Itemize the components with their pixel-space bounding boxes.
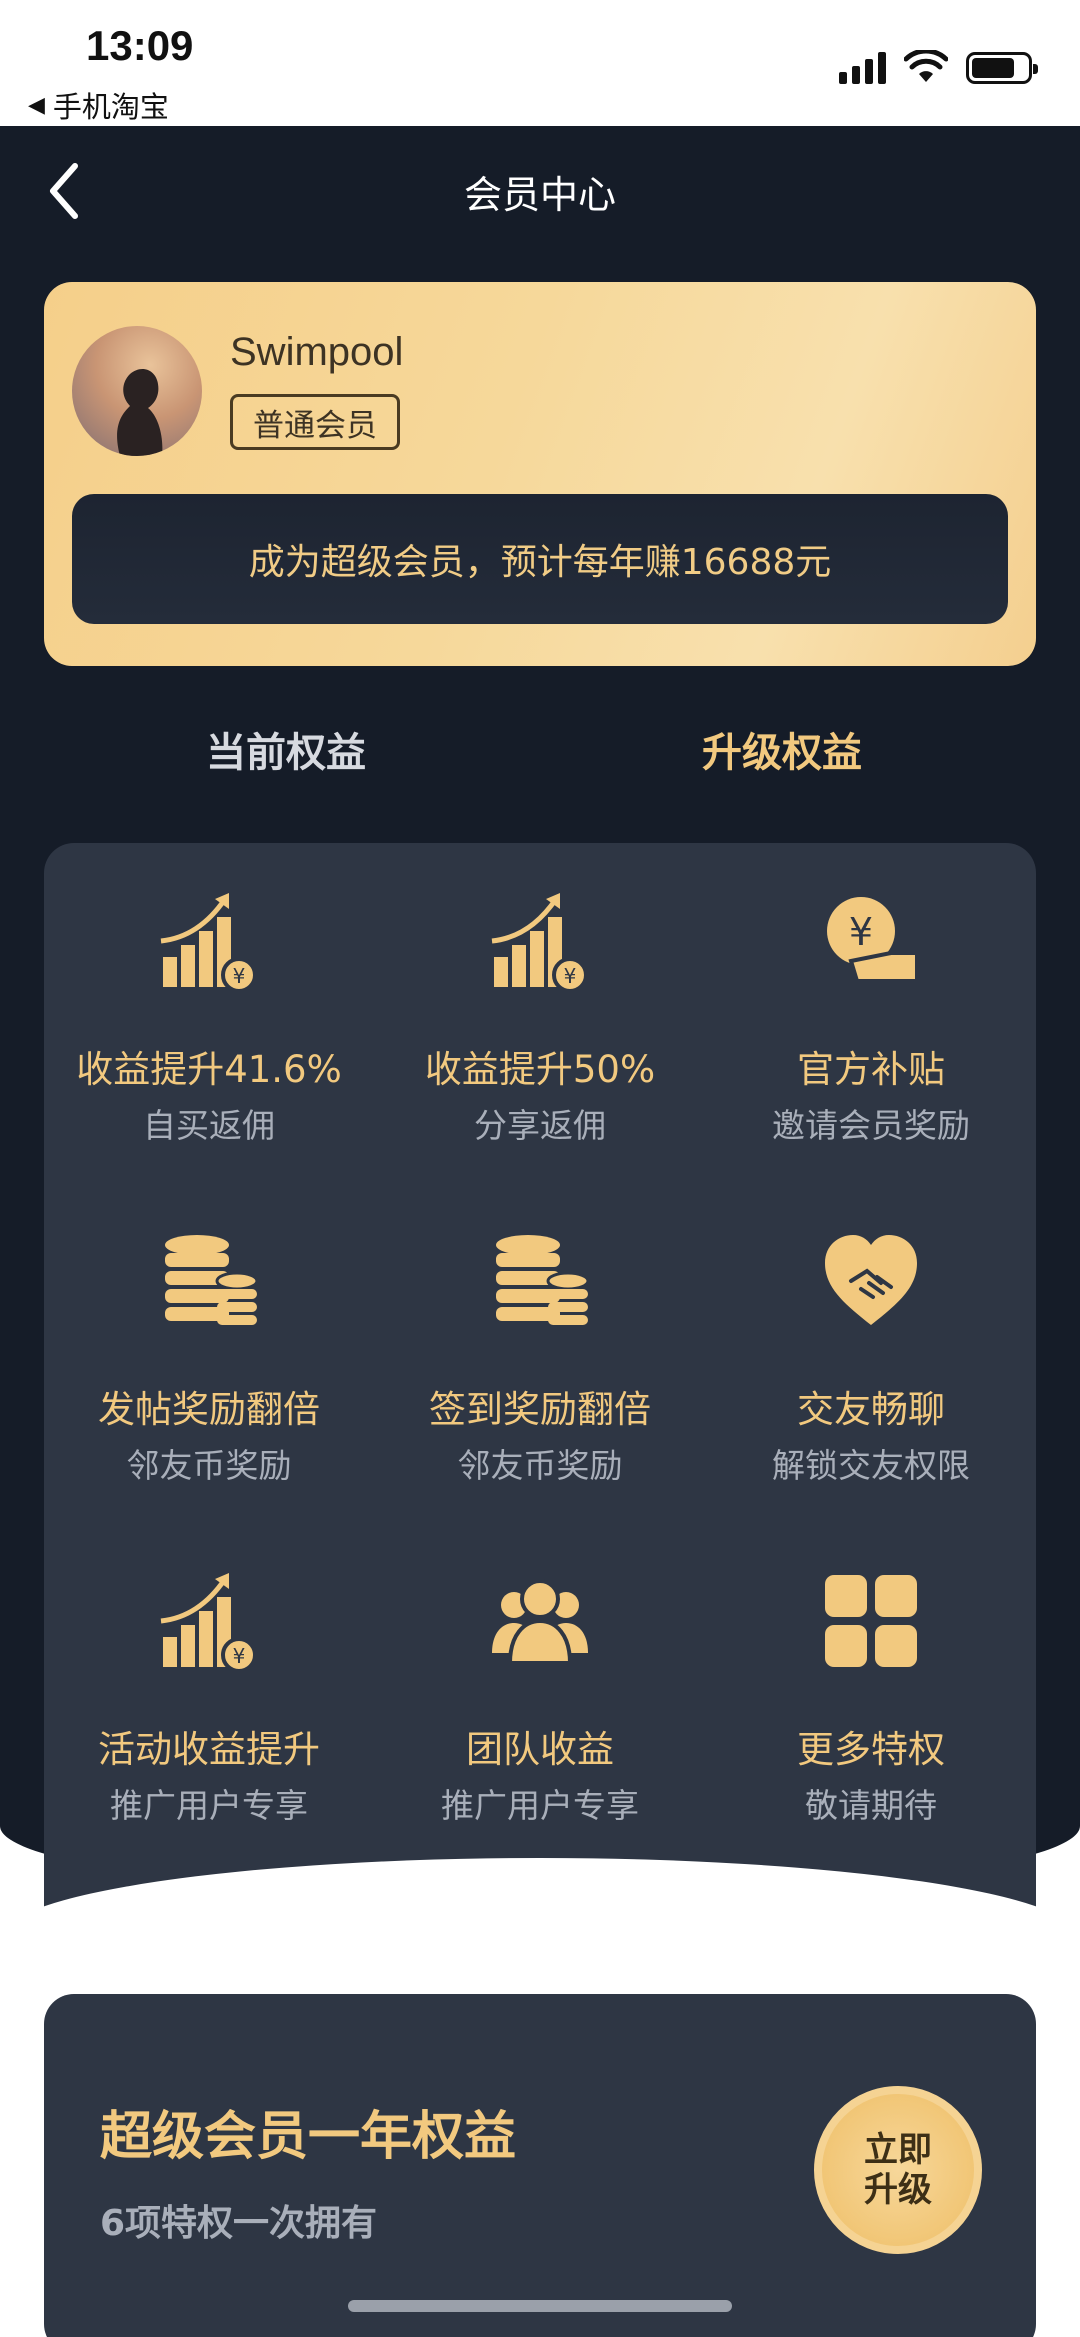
benefit-subtitle: 自买返佣 <box>143 1106 275 1145</box>
upgrade-button-line1: 立即 <box>864 2130 932 2170</box>
back-triangle-icon: ◀ <box>28 92 45 118</box>
benefit-subtitle: 邀请会员奖励 <box>772 1106 970 1145</box>
status-bar: 13:09 ◀ 手机淘宝 <box>0 0 1080 126</box>
page-title: 会员中心 <box>463 173 616 217</box>
benefit-item[interactable]: ¥ 收益提升41.6% 自买返佣 <box>44 843 374 1145</box>
upgrade-button-line2: 升级 <box>864 2170 932 2210</box>
benefit-subtitle: 邻友币奖励 <box>457 1446 623 1485</box>
benefit-title: 团队收益 <box>466 1728 614 1771</box>
member-level-badge: 普通会员 <box>230 394 400 450</box>
growth-chart-icon: ¥ <box>160 893 257 991</box>
coin-stack-icon <box>165 1235 259 1325</box>
battery-icon <box>966 52 1038 84</box>
benefit-item[interactable]: ¥ 活动收益提升 推广用户专享 <box>44 1523 374 1825</box>
benefit-title: 官方补贴 <box>797 1048 945 1091</box>
upgrade-card-subtitle: 6项特权一次拥有 <box>100 2203 378 2244</box>
benefits-panel: ¥ 收益提升41.6% 自买返佣 ¥ 收益提升50% 分享返佣 ¥ 官方补贴 邀… <box>44 843 1036 1913</box>
signal-icon <box>839 50 886 84</box>
benefit-item[interactable]: 签到奖励翻倍 邻友币奖励 <box>375 1183 705 1485</box>
upgrade-card-title: 超级会员一年权益 <box>100 2107 517 2167</box>
growth-chart-icon: ¥ <box>160 1573 257 1671</box>
team-icon <box>492 1579 588 1665</box>
status-time: 13:09 <box>86 22 194 69</box>
tab-upgrade-benefits[interactable]: 升级权益 <box>702 720 862 778</box>
benefit-subtitle: 解锁交友权限 <box>772 1446 970 1485</box>
benefit-tabs: 当前权益 升级权益 <box>0 720 1080 790</box>
wifi-icon <box>904 50 948 82</box>
profile-card: Swimpool 普通会员 成为超级会员，预计每年赚16688元 <box>44 282 1036 666</box>
svg-text:¥: ¥ <box>564 964 577 988</box>
benefit-item[interactable]: 更多特权 敬请期待 <box>706 1523 1036 1825</box>
growth-chart-icon: ¥ <box>491 893 588 991</box>
svg-text:¥: ¥ <box>849 910 873 954</box>
benefit-subtitle: 敬请期待 <box>805 1786 937 1825</box>
yuan-coin-hand-icon: ¥ <box>827 897 919 983</box>
coin-stack-icon <box>496 1235 590 1325</box>
back-to-app-link[interactable]: ◀ 手机淘宝 <box>28 84 169 126</box>
svg-text:¥: ¥ <box>233 964 246 988</box>
benefit-item[interactable]: 发帖奖励翻倍 邻友币奖励 <box>44 1183 374 1485</box>
svg-text:¥: ¥ <box>233 1644 246 1668</box>
benefit-title: 收益提升50% <box>424 1048 656 1091</box>
benefit-item[interactable]: 团队收益 推广用户专享 <box>375 1523 705 1825</box>
benefit-item[interactable]: ¥ 官方补贴 邀请会员奖励 <box>706 843 1036 1145</box>
home-indicator[interactable] <box>348 2300 732 2312</box>
benefit-title: 收益提升41.6% <box>76 1048 342 1091</box>
benefit-item[interactable]: 交友畅聊 解锁交友权限 <box>706 1183 1036 1485</box>
benefit-title: 发帖奖励翻倍 <box>98 1388 320 1431</box>
benefit-title: 活动收益提升 <box>98 1728 320 1771</box>
avatar-silhouette-icon <box>117 369 163 456</box>
benefit-subtitle: 分享返佣 <box>474 1106 606 1145</box>
grid-apps-icon <box>825 1575 917 1667</box>
handshake-heart-icon <box>825 1235 917 1325</box>
benefit-title: 更多特权 <box>797 1728 945 1771</box>
super-member-promo-banner[interactable]: 成为超级会员，预计每年赚16688元 <box>72 494 1008 624</box>
back-app-label: 手机淘宝 <box>52 90 169 124</box>
system-icons <box>839 50 1038 84</box>
upgrade-now-button[interactable]: 立即 升级 <box>814 2086 982 2254</box>
nav-bar: 会员中心 <box>0 126 1080 256</box>
username: Swimpool <box>230 330 404 374</box>
benefit-title: 交友畅聊 <box>797 1388 945 1431</box>
benefit-subtitle: 推广用户专享 <box>441 1786 639 1825</box>
tab-current-benefits[interactable]: 当前权益 <box>206 720 366 778</box>
benefit-item[interactable]: ¥ 收益提升50% 分享返佣 <box>375 843 705 1145</box>
benefit-subtitle: 推广用户专享 <box>110 1786 308 1825</box>
avatar[interactable] <box>72 326 202 456</box>
benefit-title: 签到奖励翻倍 <box>429 1388 651 1431</box>
super-member-upgrade-card: 超级会员一年权益 6项特权一次拥有 立即 升级 <box>44 1994 1036 2337</box>
benefit-subtitle: 邻友币奖励 <box>126 1446 292 1485</box>
